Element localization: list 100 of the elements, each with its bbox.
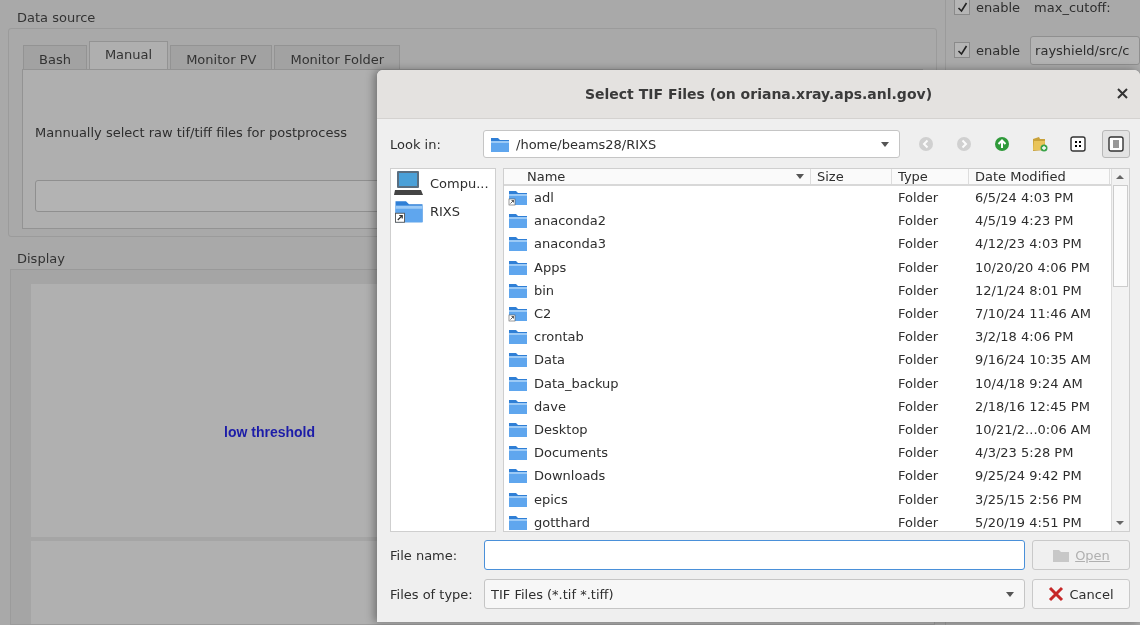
- up-arrow-icon: [994, 136, 1010, 152]
- file-name-cell[interactable]: gotthard: [504, 513, 811, 531]
- caret-icon: [881, 141, 889, 147]
- folder-icon: [508, 444, 528, 462]
- folder-icon: [508, 513, 528, 531]
- folder-shortcut-icon: [508, 305, 528, 323]
- folder-icon: [508, 351, 528, 369]
- folder-icon: [508, 235, 528, 253]
- option-label: max_cutoff:: [1034, 0, 1111, 15]
- new-folder-icon: [1031, 135, 1049, 153]
- folder-icon: [508, 258, 528, 276]
- type-cell-text: Folder: [897, 421, 940, 437]
- folder-icon: [508, 490, 528, 508]
- date-cell-text: 4/12/23 4:03 PM: [974, 236, 1083, 252]
- description-text: Mannually select raw tif/tiff files for postprocess: [35, 125, 348, 140]
- file-name-cell[interactable]: dave: [504, 397, 811, 415]
- look-in-dropdown[interactable]: /home/beams28/RIXS: [483, 130, 900, 158]
- date-cell-text: 10/4/18 9:24 AM: [974, 375, 1084, 391]
- file-name-cell[interactable]: bin: [504, 281, 811, 299]
- folder-icon: [1052, 547, 1071, 563]
- date-cell-text: 9/25/24 9:42 PM: [974, 468, 1083, 484]
- file-name-cell[interactable]: anaconda2: [504, 212, 811, 230]
- group-title: Data source: [16, 9, 97, 27]
- type-cell-text: Folder: [897, 213, 940, 229]
- toolbar-button[interactable]: [1102, 130, 1130, 158]
- folder-icon: [490, 135, 511, 153]
- type-cell-text: Folder: [897, 375, 940, 391]
- column-header[interactable]: Size: [811, 169, 892, 184]
- file-name-cell[interactable]: anaconda3: [504, 235, 811, 253]
- type-cell-text: Folder: [897, 306, 940, 322]
- type-cell-text: Folder: [897, 259, 940, 275]
- date-cell-text: 4/5/19 4:23 PM: [974, 213, 1075, 229]
- folder-shortcut-icon: [508, 189, 528, 207]
- file-name-cell[interactable]: crontab: [504, 328, 811, 346]
- file-name-cell[interactable]: Desktop: [504, 420, 811, 438]
- path-field[interactable]: rayshield/src/c: [1030, 35, 1140, 65]
- field-label: Look in:: [390, 136, 442, 152]
- folder-icon: [508, 374, 528, 392]
- file-type-dropdown[interactable]: TIF Files (*.tif *.tiff): [484, 579, 1025, 609]
- folder-shortcut-icon: [394, 198, 424, 224]
- type-cell-text: Folder: [897, 491, 940, 507]
- tab[interactable]: Monitor PV: [170, 45, 273, 69]
- list-view-icon: [1108, 136, 1124, 152]
- column-header[interactable]: Type: [892, 169, 969, 184]
- type-cell-text: Folder: [897, 352, 940, 368]
- field-label: File name:: [390, 547, 459, 563]
- folder-icon: [508, 420, 528, 438]
- scrollbar[interactable]: [1111, 169, 1129, 531]
- date-cell-text: 6/5/24 4:03 PM: [974, 190, 1075, 206]
- folder-icon: [508, 467, 528, 485]
- date-cell-text: 12/1/24 8:01 PM: [974, 282, 1083, 298]
- date-cell-text: 9/16/24 10:35 AM: [974, 352, 1092, 368]
- file-name-cell[interactable]: Apps: [504, 258, 811, 276]
- file-name-cell[interactable]: epics: [504, 490, 811, 508]
- date-cell-text: 3/25/15 2:56 PM: [974, 491, 1083, 507]
- tab[interactable]: Manual: [88, 41, 169, 69]
- tab[interactable]: Bash: [23, 45, 87, 69]
- scrollbar-thumb[interactable]: [1113, 185, 1128, 287]
- type-cell-text: Folder: [897, 329, 940, 345]
- date-cell-text: 2/18/16 12:45 PM: [974, 398, 1091, 414]
- file-name-cell[interactable]: Data: [504, 351, 811, 369]
- date-cell-text: 7/10/24 11:46 AM: [974, 306, 1092, 322]
- file-name-cell[interactable]: Data_backup: [504, 374, 811, 392]
- date-cell-text: 3/2/18 4:06 PM: [974, 329, 1075, 345]
- file-name-cell[interactable]: adl: [504, 189, 811, 207]
- folder-icon: [508, 281, 528, 299]
- field-label: Files of type:: [390, 586, 474, 602]
- type-cell-text: Folder: [897, 398, 940, 414]
- type-cell-text: Folder: [897, 282, 940, 298]
- folder-icon: [508, 212, 528, 230]
- close-icon[interactable]: [1117, 88, 1128, 99]
- column-header[interactable]: Name: [504, 169, 811, 184]
- date-cell-text: 10/21/2...0:06 AM: [974, 421, 1092, 437]
- cancel-x-icon: [1048, 586, 1065, 602]
- type-cell-text: Folder: [897, 514, 940, 530]
- folder-icon: [508, 328, 528, 346]
- type-cell-text: Folder: [897, 445, 940, 461]
- column-header[interactable]: Date Modified: [969, 169, 1110, 184]
- type-cell-text: Folder: [897, 236, 940, 252]
- date-cell-text: 4/3/23 5:28 PM: [974, 445, 1075, 461]
- type-cell-text: Folder: [897, 190, 940, 206]
- file-name-cell[interactable]: Documents: [504, 444, 811, 462]
- checkbox-label: enable: [976, 42, 1021, 58]
- file-name-cell[interactable]: Downloads: [504, 467, 811, 485]
- checkbox[interactable]: [954, 0, 970, 15]
- file-name-input[interactable]: [484, 540, 1025, 570]
- folder-icon: [508, 397, 528, 415]
- computer-icon: [394, 170, 424, 196]
- cancel-button[interactable]: Cancel: [1032, 579, 1130, 609]
- group-title: Display: [16, 250, 66, 268]
- date-cell-text: 10/20/20 4:06 PM: [974, 259, 1091, 275]
- tab[interactable]: Monitor Folder: [274, 45, 401, 69]
- checkbox-label: enable: [976, 0, 1021, 15]
- file-name-cell[interactable]: C2: [504, 305, 811, 323]
- place-item[interactable]: RIXS: [394, 199, 495, 223]
- type-cell-text: Folder: [897, 468, 940, 484]
- caret-icon: [1006, 591, 1014, 597]
- icon-view-icon: [1070, 136, 1086, 152]
- checkbox[interactable]: [954, 42, 970, 58]
- place-item[interactable]: Compu...: [394, 171, 495, 195]
